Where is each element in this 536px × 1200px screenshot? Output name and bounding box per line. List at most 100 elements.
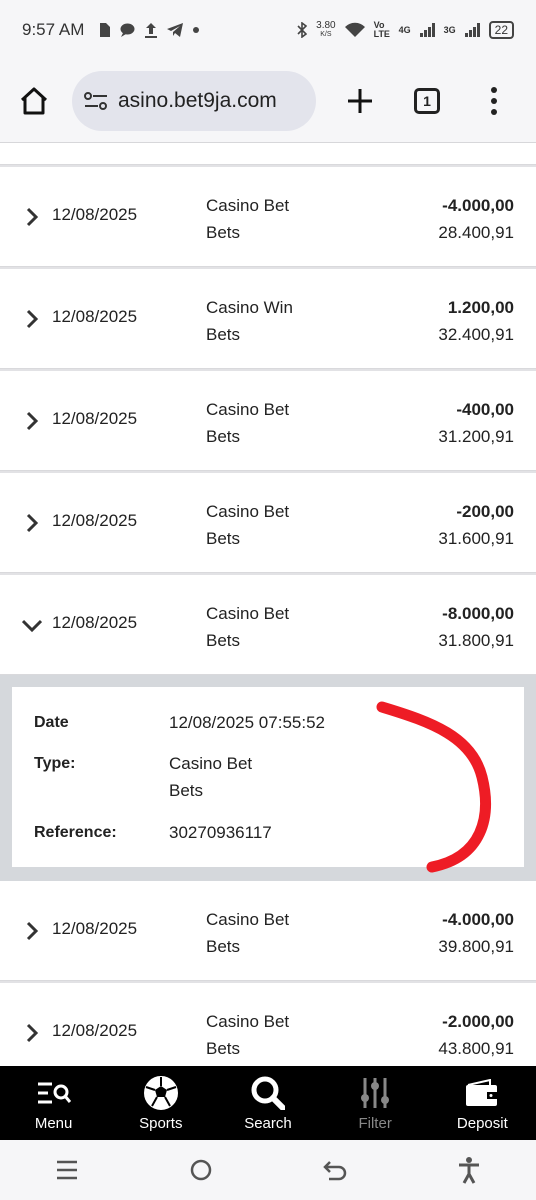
nav-filter-label: Filter xyxy=(358,1114,392,1132)
row-type: Casino Bet Bets xyxy=(206,400,290,446)
row-type: Casino Bet Bets xyxy=(206,604,290,650)
transaction-row[interactable]: 12/08/2025 Casino Bet Bets -4.000,00 28.40… xyxy=(0,167,536,267)
transaction-row[interactable]: 12/08/2025 Casino Bet Bets -4.000,00 39.80… xyxy=(0,881,536,981)
row-amounts: -8.000,00 31.800,91 xyxy=(438,600,514,654)
accessibility-icon xyxy=(459,1157,479,1184)
row-type: Casino Win Bets xyxy=(206,298,293,344)
home-button[interactable] xyxy=(12,79,56,123)
row-balance: 43.800,91 xyxy=(438,1039,514,1058)
bluetooth-icon xyxy=(297,22,308,38)
row-balance: 39.800,91 xyxy=(438,937,514,956)
row-amount: 1.200,00 xyxy=(447,298,514,317)
chevron-right-icon xyxy=(26,1023,39,1043)
wallet-icon xyxy=(466,1078,498,1106)
transaction-row[interactable]: 12/08/2025 Casino Bet Bets -200,00 31.600,… xyxy=(0,473,536,573)
3g-label: 3G xyxy=(443,25,456,35)
net-speed: 3.80 K/S xyxy=(316,20,336,39)
chevron-right-icon xyxy=(26,513,39,533)
back-icon xyxy=(323,1161,347,1181)
browser-toolbar: asino.bet9ja.com 1 xyxy=(0,60,536,143)
transaction-details-card: Date 12/08/2025 07:55:52 Type: Casino Be… xyxy=(12,687,524,873)
nav-sports-label: Sports xyxy=(139,1114,183,1132)
row-amount: -200,00 xyxy=(456,502,514,521)
signal-3g-icon xyxy=(464,23,480,37)
search-icon xyxy=(251,1076,285,1110)
row-balance: 28.400,91 xyxy=(438,223,514,242)
nav-deposit[interactable]: Deposit xyxy=(432,1075,532,1132)
home-circle-icon xyxy=(190,1159,212,1181)
sim-card-icon xyxy=(100,23,111,37)
nav-menu[interactable]: Menu xyxy=(4,1075,104,1132)
wifi-icon xyxy=(344,22,365,37)
row-date: 12/08/2025 xyxy=(52,919,138,938)
plus-icon xyxy=(348,89,372,113)
home-icon xyxy=(20,87,48,115)
4g-label: 4G xyxy=(398,25,411,35)
tab-switcher-button[interactable]: 1 xyxy=(414,88,440,114)
row-balance: 31.800,91 xyxy=(438,631,514,650)
transaction-row[interactable]: 12/08/2025 Casino Bet Bets -400,00 31.200,… xyxy=(0,371,536,471)
row-type: Casino Bet Bets xyxy=(206,502,290,548)
transaction-list[interactable]: 12/08/2025 Casino Bet Bets -4.000,00 28.40… xyxy=(0,143,536,1066)
nav-search[interactable]: Search xyxy=(218,1075,318,1132)
nav-filter[interactable]: Filter xyxy=(325,1075,425,1132)
detail-reference-value: 30270936117 xyxy=(169,823,272,842)
row-amount: -8.000,00 xyxy=(442,604,514,623)
row-type: Casino Bet Bets xyxy=(206,196,290,242)
bottom-navigation: Menu Sports Search Filter Deposit xyxy=(0,1066,536,1140)
chevron-down-icon xyxy=(22,619,42,633)
row-date: 12/08/2025 xyxy=(52,307,138,326)
row-type: Casino Bet Bets xyxy=(206,1012,290,1058)
detail-type-value: Casino Bet Bets xyxy=(169,754,253,800)
row-amounts: -4.000,00 28.400,91 xyxy=(438,192,514,246)
chat-icon xyxy=(120,23,135,37)
status-bar: 9:57 AM 3.80 K/S Vo LTE 4G 3G 22 xyxy=(0,0,536,60)
back-button[interactable] xyxy=(315,1150,355,1190)
dot-icon xyxy=(193,27,200,33)
nav-sports[interactable]: Sports xyxy=(111,1075,211,1132)
nav-menu-label: Menu xyxy=(34,1114,73,1132)
row-date: 12/08/2025 xyxy=(52,511,138,530)
transaction-row[interactable]: 12/08/2025 Casino Win Bets 1.200,00 32.400… xyxy=(0,269,536,369)
new-tab-button[interactable] xyxy=(340,81,380,121)
detail-type-label: Type: xyxy=(34,755,76,772)
chevron-right-icon xyxy=(26,207,39,227)
row-date: 12/08/2025 xyxy=(52,205,138,224)
row-type: Casino Bet Bets xyxy=(206,910,290,956)
chevron-right-icon xyxy=(26,411,39,431)
telegram-icon xyxy=(167,23,184,37)
upload-icon xyxy=(145,22,158,38)
more-menu-button[interactable] xyxy=(484,87,504,115)
red-annotation-mark xyxy=(376,701,491,873)
transaction-row[interactable]: 12/08/2025 Casino Bet Bets -2.000,00 43.80… xyxy=(0,983,536,1066)
detail-date-value: 12/08/2025 07:55:52 xyxy=(169,713,325,732)
transaction-details-panel: Date 12/08/2025 07:55:52 Type: Casino Be… xyxy=(0,675,536,881)
row-amounts: 1.200,00 32.400,91 xyxy=(438,294,514,348)
home-system-button[interactable] xyxy=(181,1150,221,1190)
site-settings-icon[interactable] xyxy=(84,92,108,110)
row-date: 12/08/2025 xyxy=(52,409,138,428)
soccer-ball-icon xyxy=(143,1075,178,1110)
detail-date-label: Date xyxy=(34,714,69,731)
transaction-row-expanded[interactable]: 12/08/2025 Casino Bet Bets -8.000,00 31.80… xyxy=(0,575,536,675)
volte-label: Vo LTE xyxy=(373,20,390,39)
nav-deposit-label: Deposit xyxy=(456,1114,508,1132)
row-balance: 31.200,91 xyxy=(438,427,514,446)
url-text: asino.bet9ja.com xyxy=(118,89,277,112)
detail-reference-label: Reference: xyxy=(34,824,117,841)
row-amounts: -2.000,00 43.800,91 xyxy=(438,1008,514,1062)
chevron-right-icon xyxy=(26,921,39,941)
row-amount: -2.000,00 xyxy=(442,1012,514,1031)
row-amounts: -400,00 31.200,91 xyxy=(438,396,514,450)
row-amounts: -200,00 31.600,91 xyxy=(438,498,514,552)
partial-row xyxy=(0,143,536,165)
more-dot-icon xyxy=(491,87,497,93)
row-date: 12/08/2025 xyxy=(52,613,138,632)
row-date: 12/08/2025 xyxy=(52,1021,138,1040)
row-amount: -4.000,00 xyxy=(442,910,514,929)
chevron-right-icon xyxy=(26,309,39,329)
status-time: 9:57 AM xyxy=(22,20,85,39)
recent-apps-button[interactable] xyxy=(47,1150,87,1190)
accessibility-button[interactable] xyxy=(449,1150,489,1190)
address-bar[interactable]: asino.bet9ja.com xyxy=(72,71,316,131)
